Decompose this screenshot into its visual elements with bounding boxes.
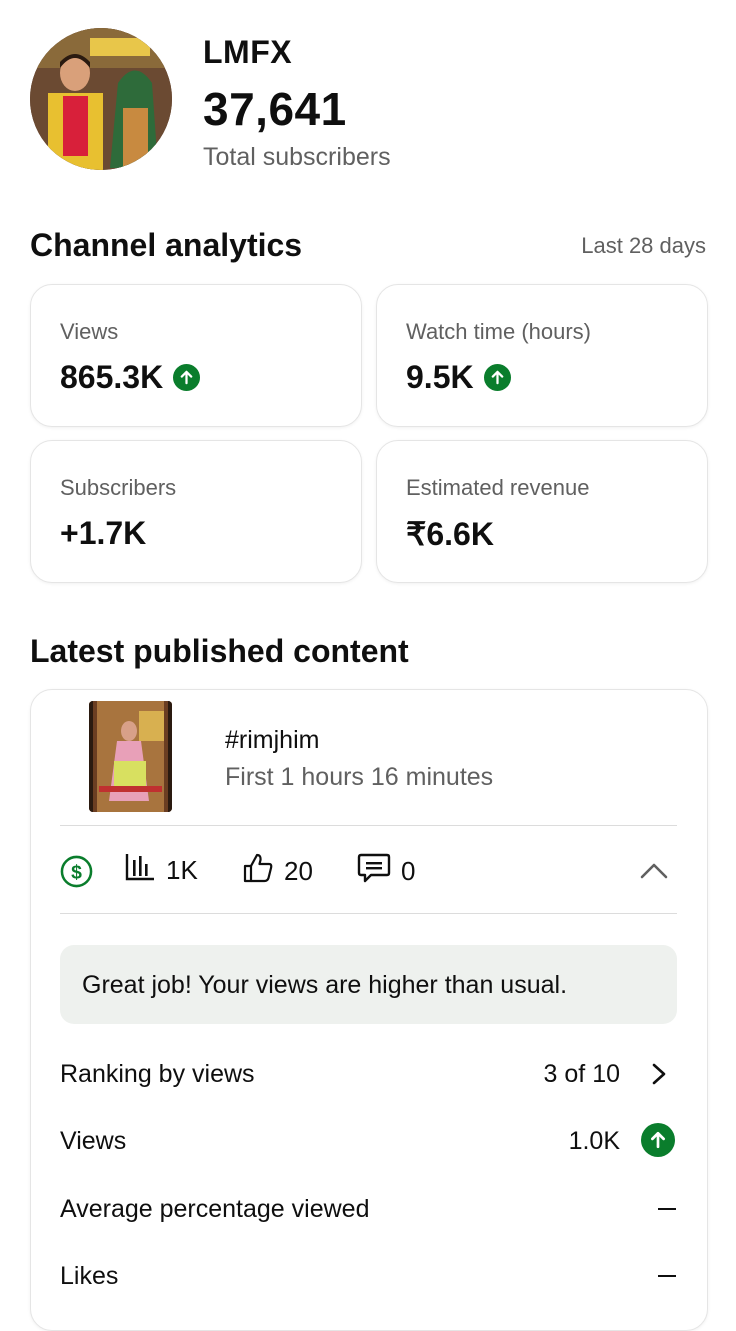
comments-stat-value: 0 [401, 856, 416, 886]
subscribers-card-label: Subscribers [60, 475, 177, 500]
likes-stat: 20 [242, 852, 313, 891]
divider [60, 825, 677, 826]
ranking-value[interactable]: 3 of 10 [544, 1060, 620, 1089]
video-meta: First 1 hours 16 minutes [225, 763, 494, 791]
avg-percentage-value [658, 1208, 676, 1210]
comment-icon [357, 852, 391, 891]
bar-chart-icon [124, 852, 156, 889]
views-row-label: Views [60, 1127, 127, 1155]
subscriber-count: 37,641 [203, 83, 347, 135]
chevron-up-icon[interactable] [639, 861, 669, 886]
ranking-label[interactable]: Ranking by views [60, 1060, 255, 1089]
views-card[interactable]: Views 865.3K [30, 284, 362, 427]
views-card-value-row: 865.3K [60, 359, 201, 396]
views-card-label: Views [60, 319, 119, 344]
svg-text:$: $ [71, 861, 82, 883]
likes-row-label: Likes [60, 1262, 119, 1290]
up-arrow-icon [641, 1123, 675, 1157]
video-title[interactable]: #rimjhim [225, 726, 319, 755]
divider [60, 913, 677, 914]
likes-stat-value: 20 [284, 856, 313, 886]
latest-content-title: Latest published content [30, 633, 409, 669]
revenue-card-value: ₹6.6K [406, 516, 494, 552]
watch-time-card-value: 9.5K [406, 359, 474, 395]
revenue-card-value-row: ₹6.6K [406, 515, 494, 553]
chevron-right-icon[interactable] [650, 1062, 668, 1091]
period-label[interactable]: Last 28 days [581, 233, 706, 259]
up-arrow-icon [173, 364, 201, 391]
channel-name: LMFX [203, 34, 293, 70]
watch-time-card-value-row: 9.5K [406, 359, 511, 396]
watch-time-card-label: Watch time (hours) [406, 319, 592, 344]
subscriber-label: Total subscribers [203, 143, 391, 171]
subscribers-card-value: +1.7K [60, 515, 147, 551]
subscribers-card-value-row: +1.7K [60, 515, 146, 552]
views-stat: 1K [124, 852, 198, 889]
dollar-icon: $ [60, 855, 93, 893]
up-arrow-icon [483, 364, 511, 391]
notice-text: Great job! Your views are higher than us… [82, 971, 568, 999]
watch-time-card[interactable]: Watch time (hours) 9.5K [376, 284, 708, 427]
analytics-title: Channel analytics [30, 227, 303, 263]
subscribers-card[interactable]: Subscribers +1.7K [30, 440, 362, 583]
likes-row-value [658, 1275, 676, 1277]
performance-notice: Great job! Your views are higher than us… [60, 945, 677, 1024]
revenue-card-label: Estimated revenue [406, 475, 590, 500]
video-thumbnail[interactable] [89, 701, 172, 812]
thumbs-up-icon [242, 852, 274, 891]
views-row-value: 1.0K [568, 1127, 620, 1155]
avg-percentage-label: Average percentage viewed [60, 1195, 370, 1223]
revenue-card[interactable]: Estimated revenue ₹6.6K [376, 440, 708, 583]
views-stat-value: 1K [166, 855, 198, 885]
comments-stat: 0 [357, 852, 415, 891]
views-card-value: 865.3K [60, 359, 164, 395]
channel-avatar[interactable] [30, 28, 172, 170]
